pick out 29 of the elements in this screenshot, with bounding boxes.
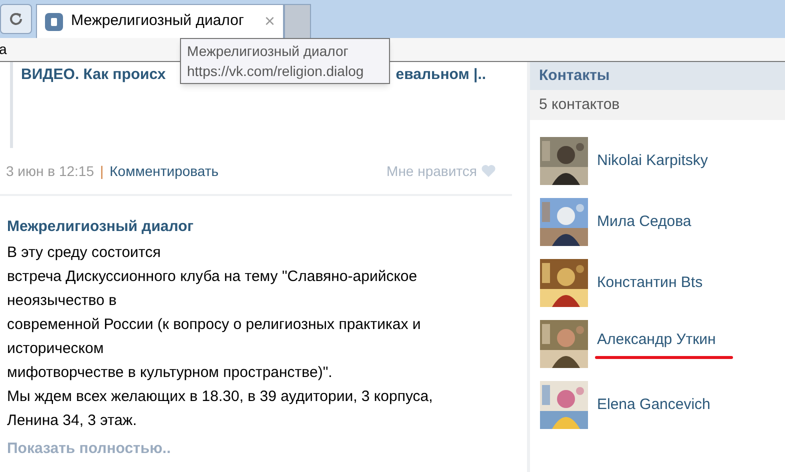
reload-icon <box>8 11 24 27</box>
post-text-line: современной России (к вопросу о религиозных практиках и <box>7 315 422 335</box>
heart-icon <box>481 164 496 178</box>
post-text-line: Ленина 34, 3 этаж. <box>7 411 138 431</box>
contact-name[interactable]: Elena Gancevich <box>597 394 710 416</box>
contacts-count: 5 контактов <box>530 90 785 120</box>
contact-name[interactable]: Александр Уткин <box>597 329 733 352</box>
post-title[interactable]: ВИДЕО. Как происх <box>21 64 166 86</box>
post-text-line: мифотворчестве в культурном пространстве)". <box>7 363 334 383</box>
comment-link[interactable]: Комментировать <box>110 160 219 182</box>
post-text-line: историческом <box>7 339 105 359</box>
tooltip-title: Межрелигиозный диалог <box>187 42 350 61</box>
contacts-header: Контакты <box>530 62 785 90</box>
separator: | <box>100 162 104 181</box>
contact-name[interactable]: Nikolai Karpitsky <box>597 150 708 172</box>
post-text-line: Мы ждем всех желающих в 18.30, в 39 аудитории, 3 корпуса, <box>7 387 434 407</box>
post-text-line: встреча Дискуссионного клуба на тему "Славяно-арийское <box>7 267 418 287</box>
post-text-line: В эту среду состоится <box>7 243 162 263</box>
browser-tab[interactable]: Межрелигиозный диалог × <box>36 4 284 38</box>
tooltip-url: https://vk.com/religion.dialog <box>187 62 365 81</box>
contact-name[interactable]: Константин Bts <box>597 272 703 294</box>
reload-button[interactable] <box>0 4 32 34</box>
post-date: 3 июн в 12:15 <box>6 162 94 180</box>
vk-logo-icon <box>45 12 63 30</box>
contact-name[interactable]: Мила Седова <box>597 210 692 234</box>
tab-title: Межрелигиозный диалог <box>71 11 245 32</box>
post-text-line: неоязычество в <box>7 291 118 311</box>
post-title[interactable]: евальном |.. <box>396 64 486 86</box>
post-author[interactable]: Межрелигиозный диалог <box>7 216 505 238</box>
